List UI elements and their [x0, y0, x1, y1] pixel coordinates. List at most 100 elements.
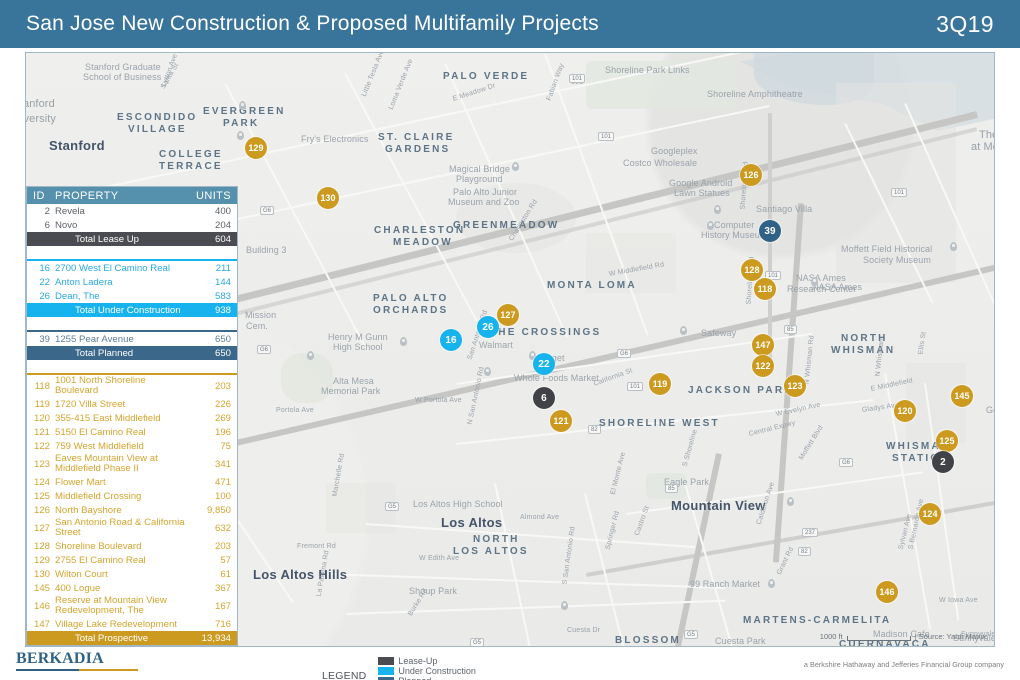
map-place-label: ORCHARDS — [373, 305, 449, 316]
map-poi-label: Magical Bridge — [449, 164, 510, 174]
map-place-label: Los Altos — [441, 515, 503, 530]
map-street-label: Almond Ave — [520, 514, 560, 521]
map-marker-124[interactable]: 124 — [919, 503, 941, 525]
map-place-label: at Mo — [971, 141, 994, 153]
map-place-label: Mountain View — [671, 498, 766, 513]
map-poi-pin-icon — [307, 351, 314, 360]
map-place-label: iversity — [26, 113, 57, 125]
map-marker-118[interactable]: 118 — [754, 278, 776, 300]
map-marker-119[interactable]: 119 — [649, 373, 671, 395]
map-route-shield: G6 — [617, 349, 632, 358]
table-row[interactable]: 147 Village Lake Redevelopment 716 — [27, 617, 237, 631]
row-property: 400 Logue — [55, 582, 101, 594]
table-row[interactable]: 26 Dean, The 583 — [27, 289, 237, 303]
map-marker-39[interactable]: 39 — [759, 220, 781, 242]
table-row[interactable]: 16 2700 West El Camino Real 211 — [27, 261, 237, 275]
map-marker-127[interactable]: 127 — [497, 304, 519, 326]
table-total-row: Total Under Construction 938 — [27, 303, 237, 317]
table-row[interactable]: 145 400 Logue 367 — [27, 581, 237, 595]
map-marker-129[interactable]: 129 — [245, 137, 267, 159]
map-poi-label: Shoreline Park Links — [605, 65, 690, 75]
map-marker-126[interactable]: 126 — [740, 164, 762, 186]
map-marker-145[interactable]: 145 — [951, 385, 973, 407]
map-marker-123[interactable]: 123 — [784, 375, 806, 397]
map-marker-22[interactable]: 22 — [533, 353, 555, 375]
map-place-label: JACKSON PARK — [688, 385, 794, 396]
map-poi-label: Shoreline Amphitheatre — [707, 89, 803, 99]
map-source-attribution: | Source: Yardi Matrix — [914, 632, 986, 641]
table-row[interactable]: 118 1001 North Shoreline Boulevard 203 — [27, 375, 237, 397]
table-row[interactable]: 120 355-415 East Middlefield 269 — [27, 411, 237, 425]
map-route-shield: 101 — [598, 132, 615, 141]
map-place-label: CHARLESTON — [374, 225, 466, 236]
table-row[interactable]: 22 Anton Ladera 144 — [27, 275, 237, 289]
map-marker-147[interactable]: 147 — [752, 334, 774, 356]
table-row[interactable]: 2 Revela 400 — [27, 204, 237, 218]
row-units: 367 — [214, 582, 231, 594]
table-section-gap — [27, 246, 237, 259]
table-row[interactable]: 119 1720 Villa Street 226 — [27, 397, 237, 411]
berkadia-logo[interactable]: BERKADIA — [16, 650, 138, 671]
map-panel[interactable]: PALO VERDE ESCONDIDO VILLAGE EVERGREEN PARK S… — [25, 52, 995, 647]
map-poi-pin-icon — [950, 242, 957, 251]
map-marker-6[interactable]: 6 — [533, 387, 555, 409]
map-marker-128[interactable]: 128 — [741, 259, 763, 281]
map-marker-16[interactable]: 16 — [440, 329, 462, 351]
table-row[interactable]: 6 Novo 204 — [27, 218, 237, 232]
table-row[interactable]: 127 San Antonio Road & California Street 6… — [27, 517, 237, 539]
row-units: 204 — [214, 219, 231, 231]
quarter-label: 3Q19 — [936, 10, 994, 37]
map-place-label: COLLEGE — [159, 149, 223, 160]
table-row[interactable]: 123 Eaves Mountain View at Middlefield Ph… — [27, 453, 237, 475]
map-poi-pin-icon — [512, 162, 519, 171]
map-poi-label: Alta Mesa — [333, 376, 374, 386]
map-poi-pin-icon — [680, 326, 687, 335]
row-units: 9,850 — [206, 504, 231, 516]
table-row[interactable]: 124 Flower Mart 471 — [27, 475, 237, 489]
table-row[interactable]: 130 Wilton Court 61 — [27, 567, 237, 581]
row-id: 121 — [33, 426, 50, 438]
total-units: 938 — [214, 304, 231, 316]
row-property: 2755 El Camino Real — [55, 554, 146, 566]
table-row[interactable]: 126 North Bayshore 9,850 — [27, 503, 237, 517]
map-poi-pin-icon — [400, 337, 407, 346]
map-marker-130[interactable]: 130 — [317, 187, 339, 209]
map-marker-125[interactable]: 125 — [936, 430, 958, 452]
total-label: Total Lease Up — [75, 233, 139, 245]
table-row[interactable]: 122 759 West Middlefield 75 — [27, 439, 237, 453]
legend-items: Lease-UpUnder ConstructionPlannedProspec… — [378, 656, 482, 680]
total-label: Total Planned — [75, 347, 134, 359]
map-place-label: NORTH — [473, 534, 520, 545]
map-poi-label: History Museum — [701, 230, 768, 240]
row-id: 126 — [33, 504, 50, 516]
report-page: San Jose New Construction & Proposed Mul… — [0, 0, 1020, 680]
row-id: 123 — [33, 458, 50, 470]
table-row[interactable]: 146 Reserve at Mountain View Redevelopmen… — [27, 595, 237, 617]
map-marker-122[interactable]: 122 — [752, 355, 774, 377]
table-row[interactable]: 128 Shoreline Boulevard 203 — [27, 539, 237, 553]
map-poi-label: Stanford Graduate — [85, 62, 161, 72]
row-units: 100 — [214, 490, 231, 502]
row-units: 583 — [214, 290, 231, 302]
map-marker-146[interactable]: 146 — [876, 581, 898, 603]
map-marker-26[interactable]: 26 — [477, 316, 499, 338]
table-row[interactable]: 39 1255 Pear Avenue 650 — [27, 332, 237, 346]
row-property: Wilton Court — [55, 568, 108, 580]
map-poi-label: Mission — [245, 310, 277, 320]
table-row[interactable]: 125 Middlefield Crossing 100 — [27, 489, 237, 503]
row-units: 57 — [220, 554, 231, 566]
table-row[interactable]: 121 5150 El Camino Real 196 — [27, 425, 237, 439]
map-marker-120[interactable]: 120 — [894, 400, 916, 422]
map-place-label: Los Altos Hills — [253, 567, 348, 582]
map-place-label: THE CROSSINGS — [490, 327, 602, 338]
logo-underbar — [16, 669, 138, 671]
table-row[interactable]: 129 2755 El Camino Real 57 — [27, 553, 237, 567]
map-marker-121[interactable]: 121 — [550, 410, 572, 432]
map-route-shield: G5 — [684, 630, 699, 639]
row-units: 716 — [214, 618, 231, 630]
row-id: 128 — [33, 540, 50, 552]
map-marker-2[interactable]: 2 — [932, 451, 954, 473]
project-table[interactable]: ID PROPERTY UNITS 2 Revela 400 6 Novo 204 Tota… — [26, 186, 238, 646]
legend-item: Under Construction — [378, 666, 476, 676]
map-poi-label: Costco Wholesale — [623, 158, 698, 168]
